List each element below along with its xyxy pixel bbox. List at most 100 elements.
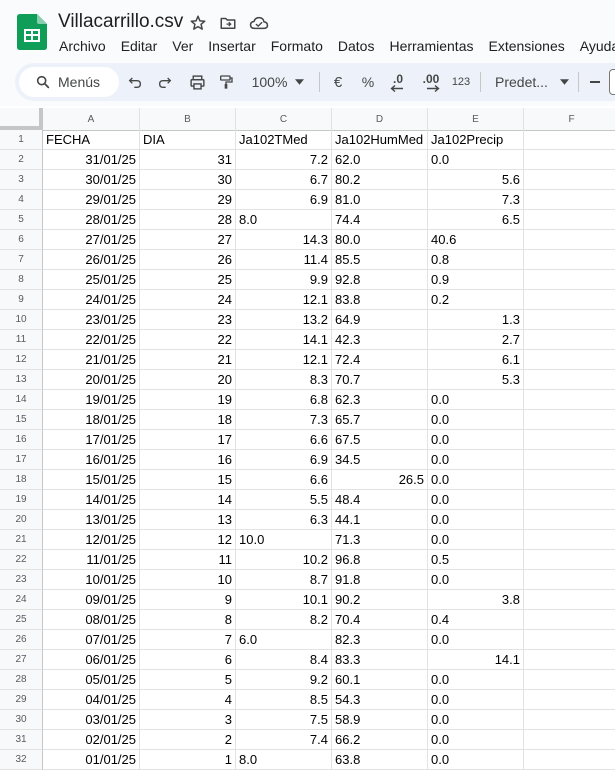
cell-b[interactable]: 19 [140,390,236,410]
cell-f[interactable] [524,270,615,290]
menu-extensiones[interactable]: Extensiones [488,36,564,56]
cell-b[interactable]: 10 [140,570,236,590]
cell-f[interactable] [524,690,615,710]
cell-f[interactable] [524,350,615,370]
cell-a[interactable]: 09/01/25 [43,590,140,610]
cell-a[interactable]: 11/01/25 [43,550,140,570]
cell-c[interactable]: 7.2 [236,150,332,170]
row-header[interactable]: 19 [0,490,43,510]
cell-a[interactable]: 06/01/25 [43,650,140,670]
cell-b[interactable]: 16 [140,450,236,470]
font-size-input[interactable] [609,69,615,95]
cloud-status-icon[interactable] [248,12,270,34]
cell-e[interactable]: 40.6 [428,230,524,250]
cell-d[interactable]: 90.2 [332,590,428,610]
cell-c[interactable]: 9.9 [236,270,332,290]
cell-b[interactable]: 1 [140,750,236,770]
cell-a[interactable]: 18/01/25 [43,410,140,430]
cell-a[interactable]: 23/01/25 [43,310,140,330]
cell-d[interactable]: 70.7 [332,370,428,390]
move-to-folder-icon[interactable] [217,12,239,34]
cell-b[interactable]: 27 [140,230,236,250]
menu-formato[interactable]: Formato [271,36,323,56]
cell-e[interactable]: 0.0 [428,390,524,410]
row-header[interactable]: 3 [0,170,43,190]
cell-b[interactable]: 30 [140,170,236,190]
cell-b[interactable]: 14 [140,490,236,510]
undo-icon[interactable] [122,63,148,101]
sheets-logo-icon[interactable] [17,14,47,50]
cell-e[interactable]: 0.8 [428,250,524,270]
star-icon[interactable] [187,12,209,34]
cell-e[interactable]: 0.0 [428,410,524,430]
row-header[interactable]: 28 [0,670,43,690]
cell-e[interactable]: 0.0 [428,750,524,770]
cell-a[interactable]: 21/01/25 [43,350,140,370]
column-header-a[interactable]: A [43,108,140,130]
cell-a[interactable]: 28/01/25 [43,210,140,230]
cell-c[interactable]: 7.3 [236,410,332,430]
row-header[interactable]: 31 [0,730,43,750]
cell-c[interactable]: 8.5 [236,690,332,710]
cell-a[interactable]: 01/01/25 [43,750,140,770]
cell-f[interactable] [524,490,615,510]
search-menus-button[interactable]: Menús [19,67,119,97]
cell-e[interactable]: 6.1 [428,350,524,370]
cell-f[interactable] [524,730,615,750]
cell-b[interactable]: 12 [140,530,236,550]
menu-archivo[interactable]: Archivo [59,36,106,56]
cell-a[interactable]: 31/01/25 [43,150,140,170]
cell-e[interactable]: 0.9 [428,270,524,290]
currency-format-button[interactable]: € [327,63,349,101]
cell-d[interactable]: 92.8 [332,270,428,290]
cell-a[interactable]: 04/01/25 [43,690,140,710]
cell-b[interactable]: 11 [140,550,236,570]
column-header-b[interactable]: B [140,108,236,130]
cell-e[interactable]: 0.0 [428,630,524,650]
cell-a[interactable]: 07/01/25 [43,630,140,650]
document-title[interactable]: Villacarrillo.csv [58,11,183,33]
cell-f[interactable] [524,670,615,690]
cell-b[interactable]: DIA [140,130,236,150]
cell-f[interactable] [524,710,615,730]
cell-b[interactable]: 26 [140,250,236,270]
cell-b[interactable]: 5 [140,670,236,690]
cell-d[interactable]: 62.3 [332,390,428,410]
cell-b[interactable]: 22 [140,330,236,350]
cell-c[interactable]: 8.3 [236,370,332,390]
cell-e[interactable]: 14.1 [428,650,524,670]
decrease-font-size-icon[interactable] [587,63,603,101]
column-header-f[interactable]: F [524,108,615,130]
cell-a[interactable]: 13/01/25 [43,510,140,530]
cell-d[interactable]: 65.7 [332,410,428,430]
cell-c[interactable]: Ja102TMed [236,130,332,150]
increase-decimals-button[interactable]: .00 [417,63,445,101]
row-header[interactable]: 26 [0,630,43,650]
cell-d[interactable]: 42.3 [332,330,428,350]
cell-e[interactable]: 0.0 [428,690,524,710]
cell-d[interactable]: 58.9 [332,710,428,730]
cell-f[interactable] [524,450,615,470]
cell-f[interactable] [524,290,615,310]
row-header[interactable]: 1 [0,130,43,150]
cell-f[interactable] [524,430,615,450]
cell-e[interactable]: 0.4 [428,610,524,630]
menu-insertar[interactable]: Insertar [208,36,255,56]
cell-e[interactable]: 1.3 [428,310,524,330]
cell-e[interactable]: 6.5 [428,210,524,230]
row-header[interactable]: 12 [0,350,43,370]
cell-b[interactable]: 15 [140,470,236,490]
cell-c[interactable]: 6.8 [236,390,332,410]
row-header[interactable]: 9 [0,290,43,310]
cell-e[interactable]: 0.0 [428,510,524,530]
cell-d[interactable]: 83.3 [332,650,428,670]
cell-b[interactable]: 29 [140,190,236,210]
cell-a[interactable]: 16/01/25 [43,450,140,470]
cell-b[interactable]: 25 [140,270,236,290]
cell-f[interactable] [524,630,615,650]
cell-b[interactable]: 17 [140,430,236,450]
cell-d[interactable]: 85.5 [332,250,428,270]
cell-f[interactable] [524,150,615,170]
cell-d[interactable]: 71.3 [332,530,428,550]
column-header-d[interactable]: D [332,108,428,130]
